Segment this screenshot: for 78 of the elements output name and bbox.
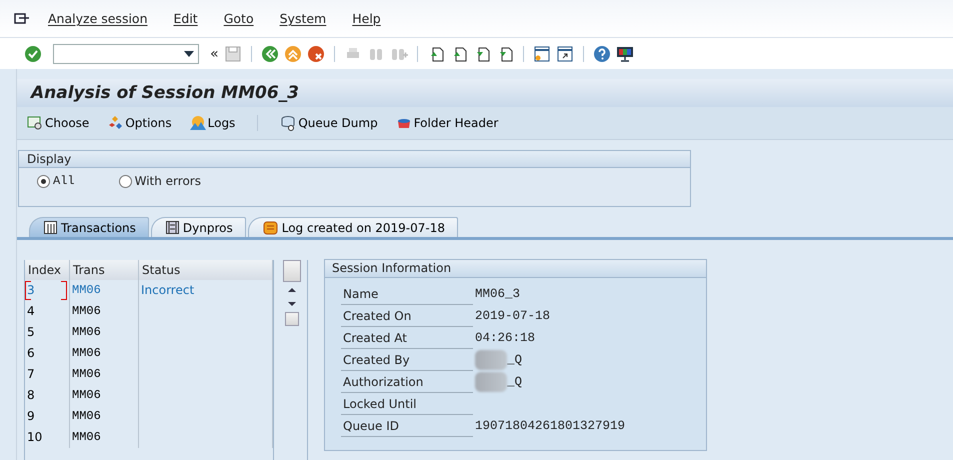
database-icon [280, 115, 296, 131]
tab[interactable]: Transactions [29, 217, 149, 237]
field-label: Created At [341, 328, 473, 348]
command-field[interactable] [53, 44, 199, 64]
table-cell: 3 [25, 280, 70, 301]
choose-icon [27, 115, 43, 131]
field-label: Queue ID [341, 416, 473, 436]
tab[interactable]: Dynpros [150, 217, 246, 237]
table-cell: 8 [25, 385, 70, 406]
collapse-button[interactable]: « [210, 46, 219, 62]
scrollbar-button[interactable] [283, 260, 301, 282]
table-cell: 10 [25, 427, 70, 448]
table-cell: 5 [25, 322, 70, 343]
toolbar-button[interactable]: Options [107, 115, 172, 131]
save-icon[interactable] [224, 44, 242, 62]
mountain-icon [190, 115, 206, 131]
radio-label: With errors [134, 174, 201, 188]
group-title: Session Information [325, 260, 706, 278]
menu-item[interactable]: Goto [224, 11, 254, 26]
column-header[interactable]: Status [139, 260, 273, 280]
field-value: _Q [507, 353, 522, 367]
toolbar-button[interactable]: Logs [190, 115, 236, 131]
column-header[interactable]: Index [25, 260, 70, 280]
field-label: Created On [341, 306, 473, 326]
menu-icon[interactable] [14, 12, 30, 26]
radio-button[interactable]: All [37, 174, 75, 188]
help-icon[interactable] [592, 44, 611, 62]
field-label: Created By [341, 350, 473, 370]
table-cell: 4 [25, 301, 70, 322]
group-title: Display [19, 151, 690, 168]
field-value: 19071804261801327919 [475, 419, 626, 433]
scrollbar-thumb[interactable] [285, 312, 299, 326]
options-icon [107, 115, 124, 131]
new-window-icon[interactable] [532, 44, 551, 62]
field-label: Authorization [341, 372, 473, 392]
table-cell: MM06 [70, 364, 139, 385]
cancel-icon[interactable] [306, 44, 325, 62]
field-label: Locked Until [341, 394, 473, 414]
menu-item[interactable]: Edit [174, 11, 198, 26]
table-cell: MM06 [70, 406, 139, 427]
field-value: MM06_3 [475, 287, 520, 301]
redaction-blur [475, 350, 507, 370]
table-icon [44, 221, 57, 234]
field-value: 2019-07-18 [475, 309, 550, 323]
scroll-icon [262, 220, 278, 234]
menu-item[interactable]: Help [352, 11, 381, 26]
toolbar-button[interactable]: Folder Header [396, 115, 498, 131]
table-cell: 9 [25, 406, 70, 427]
table-cell: MM06 [70, 343, 139, 364]
toolbar-button[interactable]: Choose [27, 115, 90, 131]
radio-button[interactable]: With errors [118, 174, 201, 188]
field-label: Name [341, 284, 473, 304]
monitor-icon[interactable] [616, 44, 634, 62]
table-cell: MM06 [70, 427, 139, 448]
table-cell: Incorrect [139, 280, 273, 301]
table-cell: 7 [25, 364, 70, 385]
back-icon[interactable] [260, 44, 279, 62]
redaction-blur [475, 372, 507, 392]
screen-title: Analysis of Session MM06_3 [17, 79, 953, 107]
radio-circle[interactable] [118, 174, 132, 188]
column-header[interactable]: Trans [70, 260, 139, 280]
table-cell: 6 [25, 343, 70, 364]
table-cell: MM06 [70, 385, 139, 406]
menu-item[interactable]: Analyze session [48, 11, 148, 26]
tab[interactable]: Log created on 2019-07-18 [248, 217, 458, 237]
film-icon [166, 221, 179, 234]
table-cell: MM06 [70, 280, 139, 301]
dropdown-icon [184, 50, 194, 56]
shortcut-icon[interactable] [556, 44, 574, 62]
table-cell: MM06 [70, 322, 139, 343]
table-cell: MM06 [70, 301, 139, 322]
menu-item[interactable]: System [280, 11, 326, 26]
radio-circle[interactable] [37, 174, 50, 188]
radio-label: All [53, 174, 75, 188]
check-icon[interactable] [24, 44, 42, 62]
toolbar-button[interactable]: Queue Dump [280, 115, 378, 131]
field-value: 04:26:18 [475, 331, 536, 345]
field-value: _Q [507, 375, 522, 389]
